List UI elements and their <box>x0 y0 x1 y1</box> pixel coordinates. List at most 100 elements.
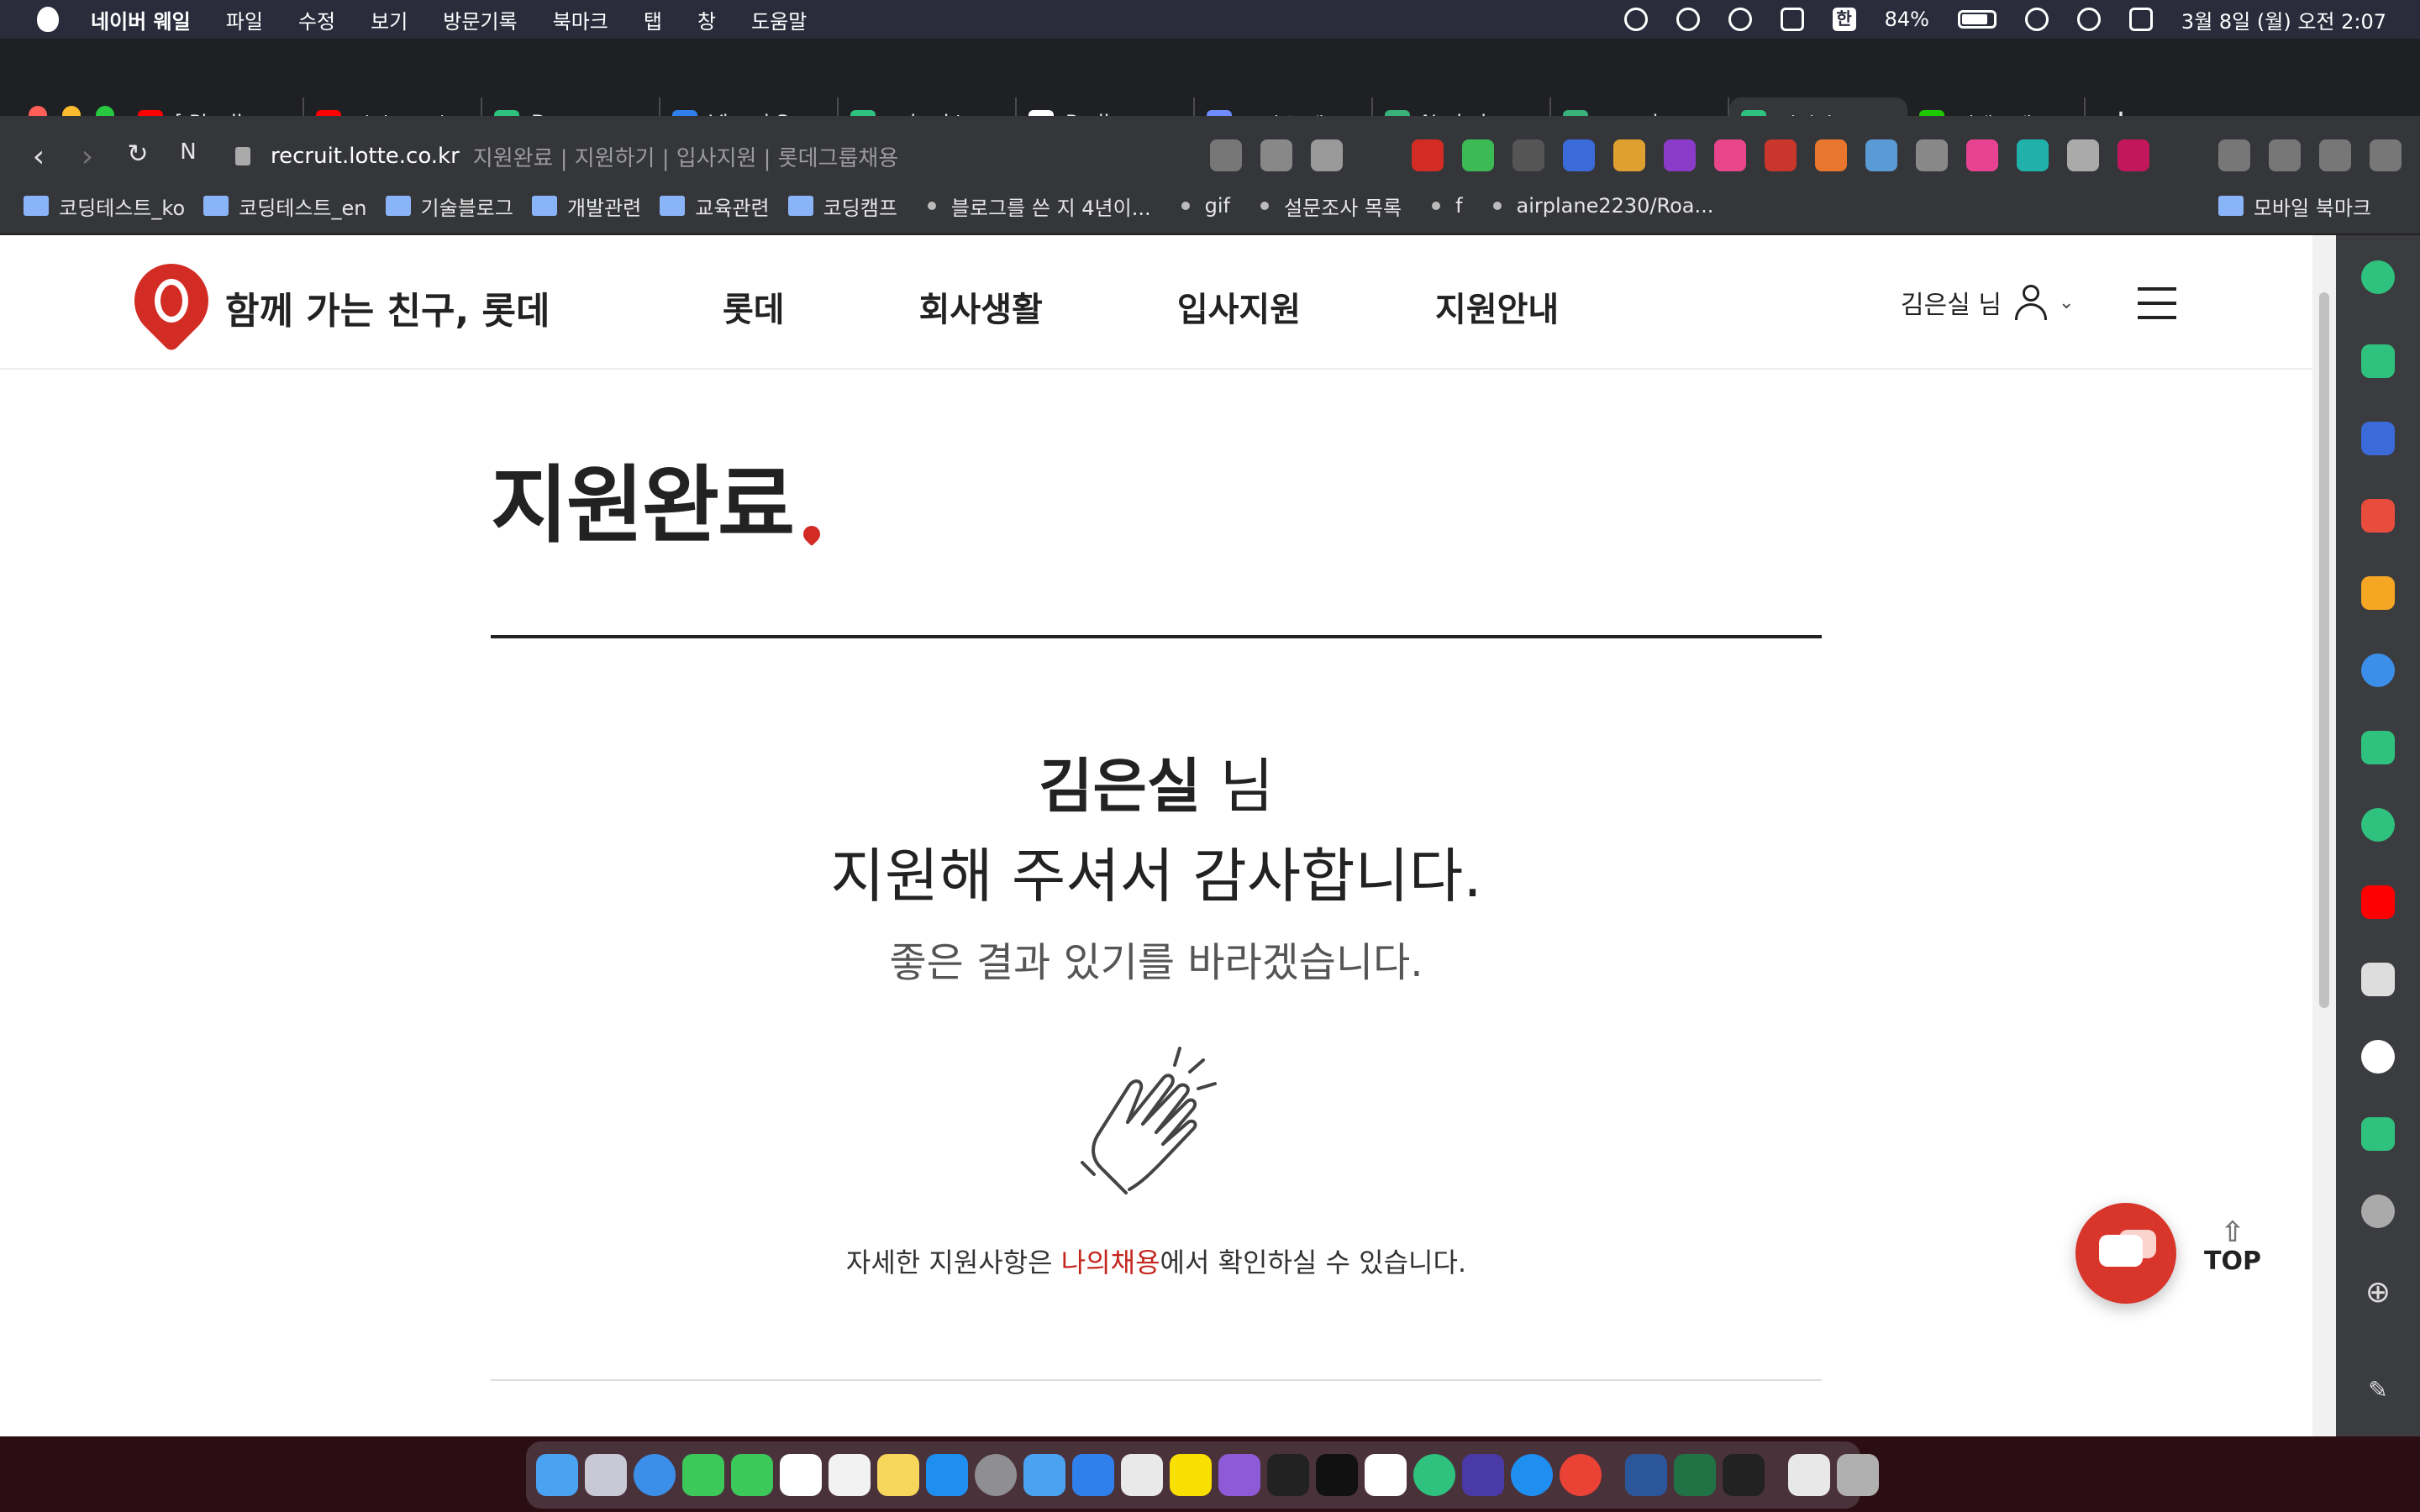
bookmark-link[interactable]: 설문조사 목록 <box>1249 192 1402 221</box>
notion-icon[interactable] <box>1365 1454 1407 1496</box>
logo-text[interactable]: 함께 가는 친구, 롯데 <box>225 281 550 334</box>
whale-home-icon[interactable] <box>2361 260 2395 294</box>
terminal-icon[interactable] <box>1267 1454 1309 1496</box>
menu-help[interactable]: 도움말 <box>751 5 807 34</box>
nav-company-life[interactable]: 회사생활 <box>919 282 1043 331</box>
bookmark-folder[interactable]: 교육관련 <box>660 192 770 221</box>
bookmark-link[interactable]: f <box>1420 194 1463 218</box>
sidebar-google-icon[interactable] <box>2361 1040 2395 1074</box>
word-icon[interactable] <box>1625 1454 1667 1496</box>
grid-ext-icon[interactable] <box>2118 139 2149 171</box>
activity-monitor-icon[interactable] <box>1723 1454 1765 1496</box>
chrome-icon[interactable] <box>1560 1454 1602 1496</box>
thumbs-up-icon[interactable] <box>1462 139 1494 171</box>
user-menu[interactable]: 김은실 님 ⌄ <box>1901 284 2074 321</box>
menu-history[interactable]: 방문기록 <box>443 5 517 34</box>
battery-icon[interactable] <box>1957 10 1996 29</box>
dictionary-icon[interactable] <box>1664 139 1696 171</box>
sidebar-add-icon[interactable]: ⊕ <box>2361 1277 2395 1310</box>
hamburger-menu-icon[interactable] <box>2138 287 2176 319</box>
camera-icon[interactable] <box>2269 139 2301 171</box>
ex-icon[interactable] <box>1815 139 1847 171</box>
notes-icon[interactable] <box>877 1454 919 1496</box>
bluetooth-icon[interactable] <box>1780 8 1804 31</box>
bookmark-folder[interactable]: 기술블로그 <box>385 192 513 221</box>
hangul-ext-icon[interactable] <box>1765 139 1797 171</box>
address-bar[interactable]: recruit.lotte.co.kr 지원완료 | 지원하기 | 입사지원 |… <box>235 134 1227 178</box>
calendar-ext-icon[interactable] <box>1563 139 1595 171</box>
app-store-icon[interactable] <box>926 1454 968 1496</box>
iterm-icon[interactable] <box>1316 1454 1358 1496</box>
mouse-icon[interactable] <box>1512 139 1544 171</box>
sidebar-briefcase-icon[interactable] <box>2361 422 2395 455</box>
menu-app-name[interactable]: 네이버 웨일 <box>91 5 191 34</box>
forward-icon[interactable]: › <box>71 139 104 174</box>
key-icon[interactable] <box>1210 139 1242 171</box>
paper-plane-icon[interactable] <box>1023 1454 1065 1496</box>
react-icon[interactable] <box>1865 139 1897 171</box>
sidebar-notification-icon[interactable] <box>2361 344 2395 378</box>
github-desktop-icon[interactable] <box>1218 1454 1260 1496</box>
safari-icon[interactable] <box>634 1454 676 1496</box>
notification-icon[interactable] <box>1623 8 1648 31</box>
launchpad-icon[interactable] <box>585 1454 627 1496</box>
lotte-logo-icon[interactable] <box>118 248 224 354</box>
sidebar-star-icon[interactable] <box>2361 576 2395 610</box>
system-preferences-icon[interactable] <box>975 1454 1017 1496</box>
input-method-icon[interactable]: 한 <box>1832 8 1856 31</box>
finder-icon[interactable] <box>536 1454 578 1496</box>
scrollbar-thumb[interactable] <box>2319 292 2329 1008</box>
slack-icon[interactable] <box>1121 1454 1163 1496</box>
menu-bookmarks[interactable]: 북마크 <box>553 5 608 34</box>
my-recruit-link[interactable]: 나의채용 <box>1061 1247 1160 1278</box>
back-icon[interactable]: ‹ <box>22 139 55 174</box>
naver-home-icon[interactable]: N <box>171 139 205 165</box>
gallery-icon[interactable] <box>2067 139 2099 171</box>
sidebar-github-cat-icon[interactable] <box>2361 963 2395 996</box>
spotlight-search-icon[interactable] <box>2076 8 2101 31</box>
speedometer-icon[interactable] <box>1511 1454 1553 1496</box>
download-icon[interactable] <box>2218 139 2250 171</box>
trash-icon[interactable] <box>1837 1454 1879 1496</box>
menubar-clock[interactable]: 3월 8일 (월) 오전 2:07 <box>2181 5 2386 34</box>
control-center-icon[interactable] <box>2128 8 2153 31</box>
play-icon[interactable] <box>1676 8 1700 31</box>
wifi-icon[interactable] <box>2024 8 2049 31</box>
nav-apply[interactable]: 입사지원 <box>1177 282 1301 331</box>
bookmark-folder[interactable]: 개발관련 <box>531 192 641 221</box>
vue-devtools-icon[interactable] <box>2017 139 2049 171</box>
reminders-icon[interactable] <box>829 1454 871 1496</box>
bookmark-folder[interactable]: 코딩테스트_ko <box>24 192 185 221</box>
document-icon[interactable] <box>1788 1454 1830 1496</box>
sidebar-youtube-icon[interactable] <box>2361 885 2395 919</box>
bookmark-link[interactable]: airplane2230/Roa... <box>1481 194 1713 218</box>
sidebar-pin-icon[interactable]: ✎ <box>2361 1374 2395 1408</box>
split-view-icon[interactable] <box>2370 139 2402 171</box>
sidebar-extension-icon[interactable] <box>2361 1194 2395 1228</box>
mobile-bookmarks-folder[interactable]: 모바일 북마크 <box>2217 192 2371 221</box>
menu-tab[interactable]: 탭 <box>644 5 662 34</box>
color-wheel-icon[interactable] <box>1613 139 1645 171</box>
page-scrollbar[interactable] <box>2312 235 2336 1436</box>
menu-view[interactable]: 보기 <box>371 5 408 34</box>
db-tool-icon[interactable] <box>1462 1454 1504 1496</box>
menu-edit[interactable]: 수정 <box>298 5 335 34</box>
sidebar-mail-icon[interactable] <box>2361 1117 2395 1151</box>
whale-icon[interactable] <box>1413 1454 1455 1496</box>
shield-icon[interactable] <box>1260 139 1292 171</box>
reload-icon[interactable]: ↻ <box>121 139 155 169</box>
sidebar-translate-icon[interactable] <box>2361 654 2395 687</box>
menu-window[interactable]: 창 <box>697 5 716 34</box>
bookmark-folder[interactable]: 코딩테스트_en <box>203 192 367 221</box>
sidebar-note-icon[interactable] <box>2361 731 2395 764</box>
bookmark-link[interactable]: 블로그를 쓴 지 4년이... <box>916 192 1151 221</box>
vscode-icon[interactable] <box>1072 1454 1114 1496</box>
bookmark-link[interactable]: gif <box>1170 194 1230 218</box>
moon-icon[interactable] <box>1728 8 1752 31</box>
reader-mode-icon[interactable] <box>2319 139 2351 171</box>
sidebar-pocket-icon[interactable] <box>2361 499 2395 533</box>
bookmark-folder[interactable]: 코딩캠프 <box>787 192 897 221</box>
star-icon[interactable] <box>1311 139 1343 171</box>
kakaotalk-icon[interactable] <box>1170 1454 1212 1496</box>
sidebar-play-icon[interactable] <box>2361 808 2395 842</box>
